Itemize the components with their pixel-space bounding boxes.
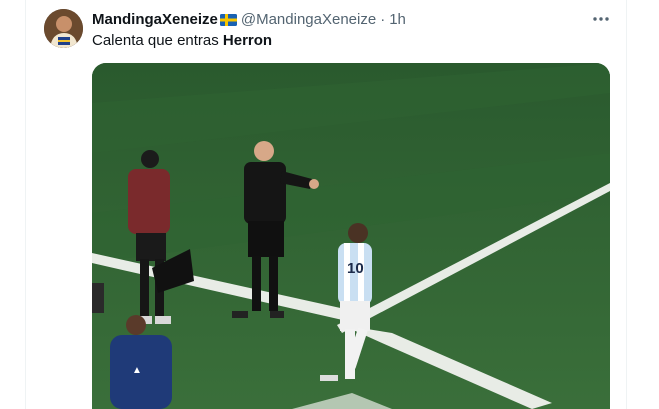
tweet-media[interactable]: 10 ▲ [92, 63, 610, 409]
user-handle[interactable]: @MandingaXeneize [241, 11, 376, 28]
tweet-header: MandingaXeneize @MandingaXeneize · 1h [92, 10, 406, 28]
more-options-icon[interactable] [591, 10, 611, 28]
separator-dot: · [380, 10, 386, 28]
tweet[interactable]: MandingaXeneize @MandingaXeneize · 1h Ca… [26, 0, 626, 409]
sweden-flag-icon [219, 13, 237, 26]
tweet-text-bold: Herron [222, 32, 273, 49]
soccer-substitution-photo: 10 ▲ [92, 63, 610, 409]
avatar[interactable] [44, 9, 83, 48]
avatar-image [44, 9, 83, 48]
timestamp[interactable]: 1h [389, 11, 406, 28]
tweet-text-prefix: Calenta que entras [92, 32, 223, 49]
svg-text:▲: ▲ [132, 365, 142, 376]
jersey-number: 10 [347, 260, 364, 277]
tweet-text: Calenta que entras Herron [92, 32, 272, 49]
display-name[interactable]: MandingaXeneize [92, 11, 218, 28]
timeline-border-right [626, 0, 627, 409]
